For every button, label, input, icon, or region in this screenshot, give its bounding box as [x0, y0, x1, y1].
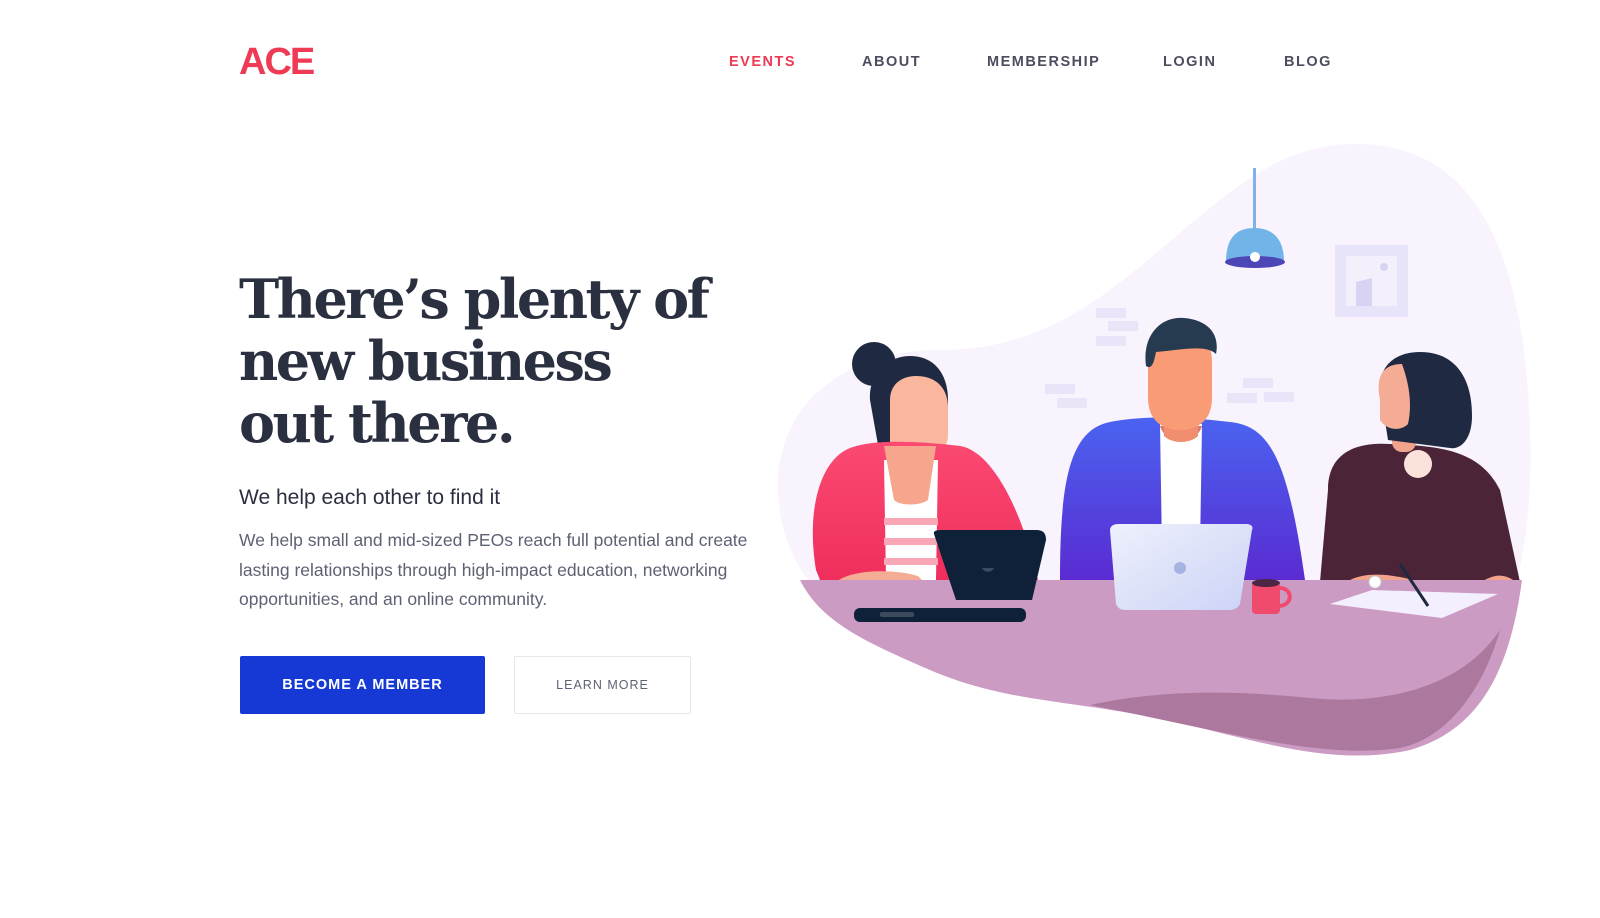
meeting-illustration [777, 143, 1531, 756]
watch-icon [1368, 575, 1382, 589]
hero-subtitle: We help each other to find it [239, 486, 501, 509]
wall-picture-icon [1335, 245, 1408, 317]
hero-title-line-3: out there. [239, 391, 516, 455]
learn-more-button[interactable]: LEARN MORE [514, 656, 691, 714]
top-navigation: EVENTS ABOUT MEMBERSHIP LOGIN BLOG [0, 52, 1600, 72]
laptop-icon-open [1110, 524, 1253, 610]
nav-login-link[interactable]: LOGIN [1163, 52, 1216, 72]
hero-description: We help small and mid-sized PEOs reach f… [239, 530, 748, 609]
nav-membership-link[interactable]: MEMBERSHIP [987, 52, 1100, 72]
hero-title-line-1: There’s plenty of [239, 267, 710, 331]
nav-blog-link[interactable]: BLOG [1284, 52, 1332, 72]
nav-events-link[interactable]: EVENTS [729, 52, 796, 72]
nav-about-link[interactable]: ABOUT [862, 52, 921, 72]
become-a-member-button[interactable]: BECOME A MEMBER [240, 656, 485, 714]
hero-title-line-2: new business [239, 329, 613, 393]
hero-title: There’s plenty of new business out there… [239, 267, 710, 455]
